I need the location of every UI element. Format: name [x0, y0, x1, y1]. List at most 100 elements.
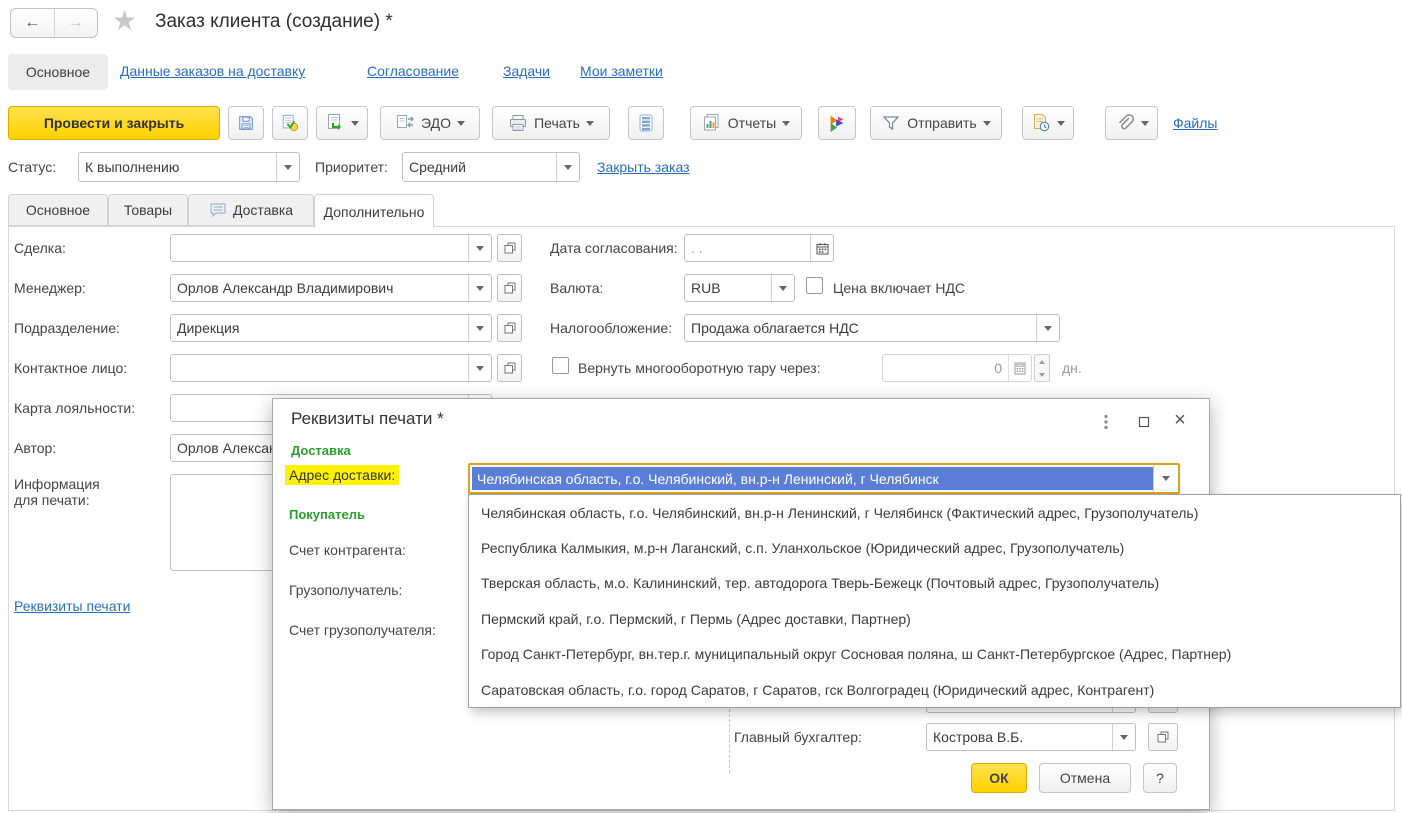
approval-date-field[interactable]: . . — [684, 234, 834, 262]
currency-label: Валюта: — [550, 280, 604, 296]
vat-included-checkbox[interactable] — [806, 277, 823, 294]
dialog-menu-button[interactable] — [1093, 411, 1119, 433]
priority-select[interactable]: Средний — [402, 152, 580, 182]
delivery-address-value: Челябинская область, г.о. Челябинский, в… — [472, 467, 1153, 490]
calculator-icon[interactable] — [1008, 355, 1031, 381]
deal-open-button[interactable] — [497, 234, 522, 262]
post-document-button[interactable] — [272, 106, 308, 140]
currency-dropdown-arrow[interactable] — [771, 275, 794, 301]
list-icon — [639, 114, 653, 132]
save-button[interactable] — [228, 106, 264, 140]
address-option[interactable]: Республика Калмыкия, м.р-н Лаганский, с.… — [469, 530, 1400, 565]
open-in-window-icon — [1157, 731, 1169, 743]
chief-accountant-dropdown-arrow[interactable] — [1112, 724, 1135, 750]
close-order-link[interactable]: Закрыть заказ — [597, 159, 690, 175]
address-option[interactable]: Тверская область, м.о. Калининский, тер.… — [469, 566, 1400, 601]
forward-button[interactable]: → — [55, 9, 98, 37]
priority-value: Средний — [409, 159, 466, 175]
nav-link-tasks[interactable]: Задачи — [503, 63, 550, 79]
deal-dropdown-arrow[interactable] — [468, 235, 491, 261]
send-button[interactable]: Отправить — [870, 106, 1002, 140]
nav-link-delivery-orders[interactable]: Данные заказов на доставку — [120, 63, 305, 79]
list-settings-button[interactable] — [628, 106, 664, 140]
deal-field[interactable] — [170, 234, 492, 262]
calendar-icon[interactable] — [810, 235, 833, 261]
edo-button[interactable]: ЭДО — [380, 106, 480, 140]
status-select[interactable]: К выполнению — [78, 152, 300, 182]
chevron-down-icon — [1057, 120, 1065, 126]
currency-field[interactable]: RUB — [684, 274, 795, 302]
contractor-account-label: Счет контрагента: — [289, 542, 406, 558]
nav-link-approval[interactable]: Согласование — [367, 63, 459, 79]
back-button[interactable]: ← — [11, 9, 55, 37]
help-button[interactable]: ? — [1143, 763, 1177, 793]
cancel-button[interactable]: Отмена — [1039, 763, 1131, 793]
status-dropdown-arrow[interactable] — [276, 153, 299, 181]
taxation-dropdown-arrow[interactable] — [1036, 315, 1059, 341]
address-option[interactable]: Саратовская область, г.о. город Саратов,… — [469, 672, 1400, 707]
tab-tovary[interactable]: Товары — [108, 194, 188, 226]
delivery-address-combobox[interactable]: Челябинская область, г.о. Челябинский, в… — [468, 463, 1180, 494]
contact-dropdown-arrow[interactable] — [468, 355, 491, 381]
post-and-close-button[interactable]: Провести и закрыть — [8, 106, 220, 140]
author-label: Автор: — [14, 440, 57, 456]
manager-open-button[interactable] — [497, 274, 522, 302]
discussions-button[interactable] — [818, 106, 856, 140]
favorite-star-icon[interactable]: ★ — [112, 4, 137, 37]
delivery-address-dropdown-arrow[interactable] — [1153, 465, 1178, 492]
contact-open-button[interactable] — [497, 354, 522, 382]
group-divider — [729, 709, 730, 773]
delivery-address-dropdown: Челябинская область, г.о. Челябинский, в… — [468, 494, 1401, 708]
approval-date-label: Дата согласования: — [550, 240, 678, 256]
attach-files-button[interactable] — [1105, 106, 1158, 140]
tab-dostavka[interactable]: Доставка — [188, 194, 314, 226]
open-in-window-icon — [504, 282, 515, 294]
department-field[interactable]: Дирекция — [170, 314, 492, 342]
nav-tab-main-label: Основное — [25, 64, 91, 80]
paperclip-icon — [1118, 114, 1134, 130]
nav-tab-main[interactable]: Основное — [8, 54, 108, 90]
print-details-link[interactable]: Реквизиты печати — [14, 598, 130, 614]
tab-osnovnoe[interactable]: Основное — [8, 194, 108, 226]
dialog-close-button[interactable]: × — [1167, 409, 1193, 431]
returnable-packaging-checkbox[interactable] — [552, 357, 569, 374]
ok-button[interactable]: ОК — [971, 763, 1027, 793]
address-option[interactable]: Пермский край, г.о. Пермский, г Пермь (А… — [469, 601, 1400, 636]
print-button[interactable]: Печать — [492, 106, 610, 140]
returnable-days-spinner[interactable] — [1034, 354, 1050, 382]
open-in-window-icon — [504, 322, 515, 334]
chief-accountant-field[interactable]: Кострова В.Б. — [926, 723, 1136, 751]
taxation-field[interactable]: Продажа облагается НДС — [684, 314, 1060, 342]
chevron-down-icon — [782, 120, 791, 126]
vat-included-label: Цена включает НДС — [833, 280, 966, 296]
delivery-address-label: Адрес доставки: — [285, 465, 400, 485]
manager-field[interactable]: Орлов Александр Владимирович — [170, 274, 492, 302]
loyalty-card-label: Карта лояльности: — [14, 400, 136, 416]
status-label: Статус: — [8, 159, 57, 175]
manager-dropdown-arrow[interactable] — [468, 275, 491, 301]
buyer-section-title: Покупатель — [289, 507, 365, 522]
contact-field[interactable] — [170, 354, 492, 382]
printer-icon — [510, 115, 527, 131]
nav-link-my-notes[interactable]: Мои заметки — [580, 63, 663, 79]
address-option[interactable]: Челябинская область, г.о. Челябинский, в… — [469, 495, 1400, 530]
priority-label: Приоритет: — [315, 159, 388, 175]
department-dropdown-arrow[interactable] — [468, 315, 491, 341]
chief-accountant-open-button[interactable] — [1148, 723, 1178, 751]
create-based-on-button[interactable] — [316, 106, 368, 140]
consignee-label: Грузополучатель: — [289, 582, 403, 598]
chevron-down-icon — [982, 120, 991, 126]
dialog-maximize-button[interactable] — [1131, 411, 1157, 433]
department-open-button[interactable] — [497, 314, 522, 342]
deal-label: Сделка: — [14, 240, 66, 256]
tab-dopolnitelno[interactable]: Дополнительно — [314, 194, 434, 228]
reminder-button[interactable] — [1022, 106, 1074, 140]
files-link[interactable]: Файлы — [1173, 115, 1217, 131]
returnable-days-field[interactable]: 0 — [882, 354, 1032, 382]
address-option[interactable]: Город Санкт-Петербург, вн.тер.г. муницип… — [469, 637, 1400, 672]
priority-dropdown-arrow[interactable] — [556, 153, 579, 181]
send-funnel-icon — [882, 116, 900, 131]
status-value: К выполнению — [85, 159, 180, 175]
reports-button[interactable]: Отчеты — [690, 106, 802, 140]
returnable-packaging-label: Вернуть многооборотную тару через: — [578, 360, 821, 376]
